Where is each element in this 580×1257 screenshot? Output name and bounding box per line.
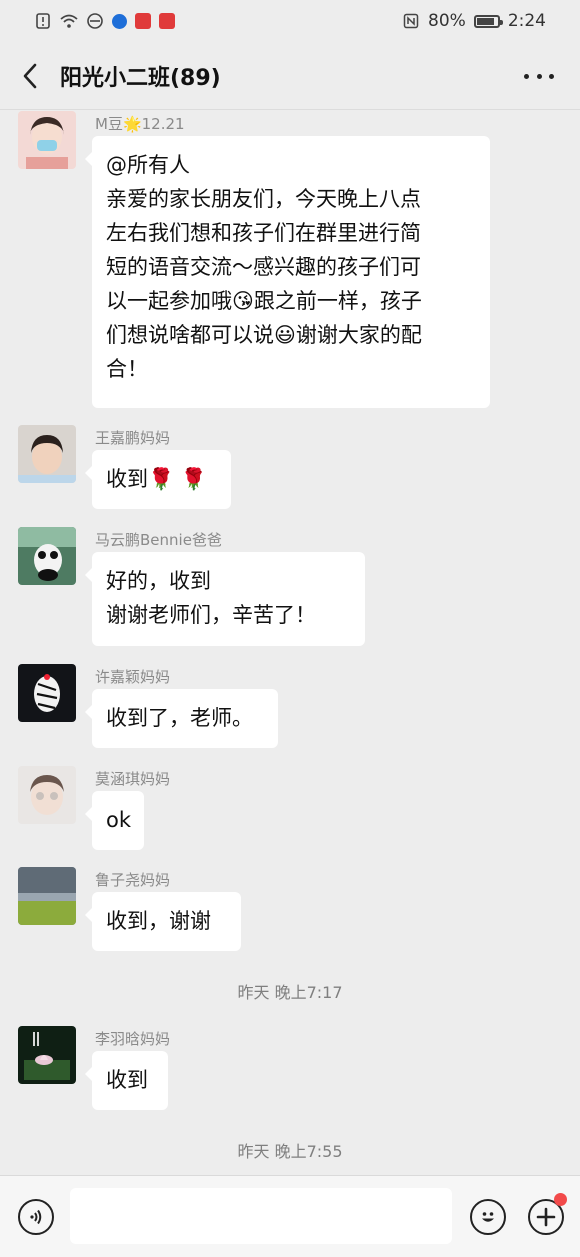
notification-badge <box>554 1193 567 1206</box>
message-input[interactable] <box>70 1188 452 1244</box>
more-options-button[interactable] <box>524 64 554 88</box>
message-bubble[interactable]: @所有人 亲爱的家长朋友们，今天晚上八点 左右我们想和孩子们在群里进行简 短的语… <box>85 136 490 408</box>
avatar[interactable] <box>18 527 76 585</box>
message-line: 收到，谢谢 <box>106 909 211 933</box>
battery-percentage: 80% <box>428 11 466 31</box>
plus-icon <box>536 1207 556 1227</box>
message-line: 收到了，老师。 <box>106 706 253 730</box>
message-line: 好的，收到 <box>106 569 211 593</box>
message-bubble[interactable]: 收到，谢谢 <box>85 892 241 951</box>
smiley-icon <box>482 1212 494 1222</box>
sender-name: 鲁子尧妈妈 <box>95 871 171 889</box>
message-bubble[interactable]: ok <box>85 791 144 850</box>
message-line: 以一起参加哦😘跟之前一样，孩子 <box>106 289 422 313</box>
clock-time: 2:24 <box>507 11 546 31</box>
message-line: ok <box>106 808 132 832</box>
message-bubble[interactable]: 好的，收到 谢谢老师们，辛苦了！ <box>85 552 365 646</box>
message-line: 亲爱的家长朋友们，今天晚上八点 <box>106 187 421 211</box>
sender-name: 马云鹏Bennie爸爸 <box>95 531 222 549</box>
message-line: 们想说啥都可以说😃谢谢大家的配 <box>106 323 422 347</box>
avatar[interactable] <box>18 664 76 722</box>
chevron-left-icon <box>23 63 37 88</box>
video-app-icon <box>159 13 175 29</box>
sender-name: 许嘉颖妈妈 <box>95 668 171 686</box>
chat-header: 阳光小二班(89) <box>0 42 580 110</box>
message-bubble[interactable]: 收到了，老师。 <box>85 689 278 748</box>
message-bubble[interactable]: 收到🌹 🌹 <box>85 450 231 509</box>
app-status-icon <box>87 13 103 29</box>
message-list[interactable]: M豆🌟12.21 @所有人 亲爱的家长朋友们，今天晚上八点 左右我们想和孩子们在… <box>0 111 580 1175</box>
message-line: @所有人 <box>106 153 190 177</box>
more-dots-icon <box>524 73 529 79</box>
timestamp: 昨天 晚上7:55 <box>237 1142 343 1161</box>
avatar[interactable] <box>18 766 76 824</box>
sender-name: 王嘉鹏妈妈 <box>95 429 171 447</box>
emoji-button[interactable] <box>470 1199 506 1235</box>
voice-icon <box>30 1209 42 1225</box>
battery-icon <box>473 14 503 28</box>
message-bubble[interactable]: 收到 <box>85 1051 168 1110</box>
message-line: 收到 <box>106 1068 148 1092</box>
wifi-icon <box>60 14 78 28</box>
timestamp: 昨天 晚上7:17 <box>237 983 343 1002</box>
back-button[interactable] <box>0 42 60 110</box>
message-line: 合！ <box>106 357 148 381</box>
sender-name: 莫涵琪妈妈 <box>95 770 171 788</box>
news-app-icon <box>135 13 151 29</box>
avatar[interactable] <box>18 1026 76 1084</box>
avatar[interactable] <box>18 867 76 925</box>
notification-icon <box>36 13 50 29</box>
chat-title: 阳光小二班(89) <box>60 65 221 91</box>
status-icons-right: 80% 2:24 <box>402 11 546 31</box>
browser-app-icon <box>112 13 127 29</box>
avatar[interactable] <box>18 111 76 169</box>
avatar[interactable] <box>18 425 76 483</box>
status-bar: 80% 2:24 <box>0 0 580 42</box>
message-line: 谢谢老师们，辛苦了！ <box>106 603 316 627</box>
status-icons-left <box>34 13 175 29</box>
message-line: 左右我们想和孩子们在群里进行简 <box>106 221 421 245</box>
message-line: 收到🌹 🌹 <box>106 467 207 491</box>
nfc-icon <box>403 13 419 29</box>
sender-name: 李羽晗妈妈 <box>95 1030 171 1048</box>
sender-name: M豆🌟12.21 <box>95 115 185 133</box>
message-input-bar <box>0 1175 580 1257</box>
message-line: 短的语音交流～感兴趣的孩子们可 <box>106 255 421 279</box>
voice-input-button[interactable] <box>18 1199 54 1235</box>
